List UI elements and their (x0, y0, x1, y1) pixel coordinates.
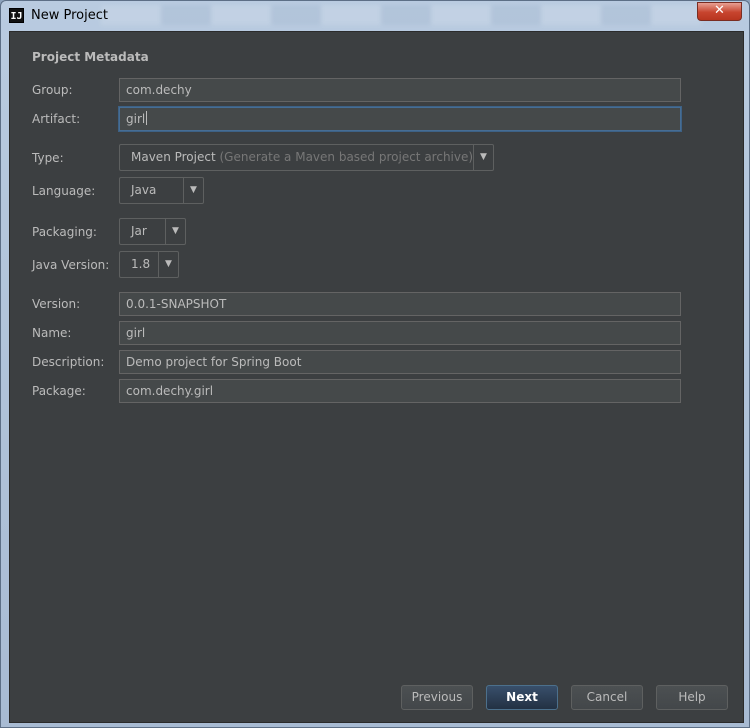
packaging-select[interactable]: Jar ▼ (119, 218, 186, 245)
language-value: Java (131, 183, 157, 197)
title-bar[interactable]: IJ New Project ✕ (1, 1, 749, 31)
chevron-down-icon[interactable]: ▼ (183, 178, 203, 203)
dialog-content: Project Metadata Group: com.dechy Artifa… (9, 31, 744, 723)
group-value: com.dechy (126, 83, 192, 97)
artifact-label: Artifact: (32, 112, 81, 126)
chevron-down-icon[interactable]: ▼ (165, 219, 185, 244)
version-value: 0.0.1-SNAPSHOT (126, 297, 227, 311)
packaging-label: Packaging: (32, 225, 97, 239)
type-value: Maven Project (131, 150, 216, 164)
previous-button[interactable]: Previous (401, 685, 473, 710)
language-label: Language: (32, 184, 96, 198)
group-label: Group: (32, 83, 73, 97)
blurred-background-tabs (101, 5, 701, 25)
package-label: Package: (32, 384, 86, 398)
cancel-button[interactable]: Cancel (571, 685, 643, 710)
packaging-value: Jar (131, 224, 147, 238)
package-field[interactable]: com.dechy.girl (119, 379, 681, 403)
java-version-label: Java Version: (32, 258, 110, 272)
java-version-value: 1.8 (131, 257, 151, 271)
description-field[interactable]: Demo project for Spring Boot (119, 350, 681, 374)
type-hint: (Generate a Maven based project archive) (219, 150, 474, 164)
version-field[interactable]: 0.0.1-SNAPSHOT (119, 292, 681, 316)
description-value: Demo project for Spring Boot (126, 355, 302, 369)
version-label: Version: (32, 297, 81, 311)
chevron-down-icon[interactable]: ▼ (158, 252, 178, 277)
name-field[interactable]: girl (119, 321, 681, 345)
artifact-field[interactable]: girl (119, 107, 681, 131)
next-button[interactable]: Next (486, 685, 558, 710)
close-icon: ✕ (714, 3, 725, 18)
close-button[interactable]: ✕ (697, 2, 742, 21)
type-label: Type: (32, 151, 64, 165)
group-field[interactable]: com.dechy (119, 78, 681, 102)
type-select[interactable]: Maven Project (Generate a Maven based pr… (119, 144, 494, 171)
description-label: Description: (32, 355, 105, 369)
java-version-select[interactable]: 1.8 ▼ (119, 251, 179, 278)
artifact-value: girl (126, 112, 146, 126)
new-project-window: IJ New Project ✕ Project Metadata Group:… (0, 0, 750, 728)
name-label: Name: (32, 326, 72, 340)
text-caret (146, 111, 148, 125)
package-value: com.dechy.girl (126, 384, 214, 398)
language-select[interactable]: Java ▼ (119, 177, 204, 204)
name-value: girl (126, 326, 146, 340)
intellij-icon: IJ (9, 8, 24, 23)
chevron-down-icon[interactable]: ▼ (473, 145, 493, 170)
window-title: New Project (31, 8, 108, 23)
help-button[interactable]: Help (656, 685, 728, 710)
section-title: Project Metadata (32, 50, 149, 64)
